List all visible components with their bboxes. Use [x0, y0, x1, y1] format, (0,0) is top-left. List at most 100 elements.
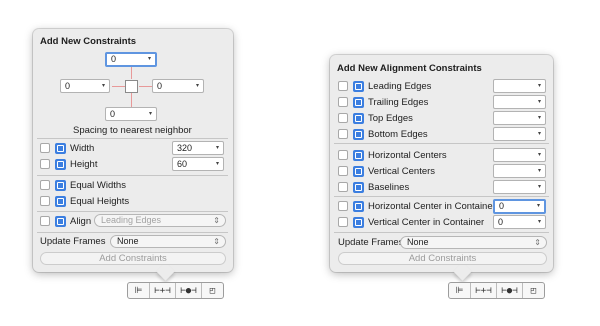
chevron-down-icon[interactable]: ▾ — [537, 201, 540, 211]
align-popup[interactable]: Leading Edges ⇕ — [94, 214, 226, 227]
align-row[interactable]: Align — [40, 213, 91, 229]
chevron-down-icon[interactable]: ▾ — [538, 96, 541, 108]
alignment-row-vertical-center-in-container[interactable]: Vertical Center in Container — [338, 214, 484, 230]
equal-heights-checkbox[interactable] — [40, 196, 50, 206]
divider — [37, 175, 228, 176]
update-frames-popup[interactable]: None ⇕ — [400, 236, 547, 249]
width-row[interactable]: Width — [40, 140, 94, 156]
vertical-center-in-container-checkbox[interactable] — [338, 217, 348, 227]
update-frames-popup[interactable]: None ⇕ — [110, 235, 226, 248]
update-frames-value: None — [117, 236, 139, 246]
popover-title: Add New Constraints — [40, 36, 137, 47]
vertical-centers-offset-field[interactable]: ▾ — [493, 164, 546, 178]
align-menu-button[interactable]: ⊫ — [449, 283, 471, 298]
spacing-right-value: 0 — [157, 81, 163, 91]
height-value-field[interactable]: 60 ▾ — [172, 157, 224, 171]
baselines-checkbox[interactable] — [338, 182, 348, 192]
alignment-row-leading-edges[interactable]: Leading Edges — [338, 78, 431, 94]
width-value-field[interactable]: 320 ▾ — [172, 141, 224, 155]
align-icon — [55, 215, 66, 227]
trailing-edges-label: Trailing Edges — [368, 96, 429, 108]
bottom-edges-offset-field[interactable]: ▾ — [493, 127, 546, 141]
horizontal-centers-icon — [353, 149, 364, 161]
baselines-offset-field[interactable]: ▾ — [493, 180, 546, 194]
alignment-row-baselines[interactable]: Baselines — [338, 179, 409, 195]
alignment-row-horizontal-center-in-container[interactable]: Horizontal Center in Container — [338, 198, 496, 214]
chevron-down-icon[interactable]: ▾ — [148, 54, 151, 64]
alignment-row-top-edges[interactable]: Top Edges — [338, 110, 413, 126]
equal-heights-row[interactable]: Equal Heights — [40, 193, 129, 209]
update-frames-value: None — [407, 237, 429, 247]
align-toolbar-icon: ⊫ — [134, 285, 143, 296]
equal-widths-row[interactable]: Equal Widths — [40, 177, 126, 193]
add-constraints-button[interactable]: Add Constraints — [40, 252, 226, 265]
align-popup-value: Leading Edges — [101, 215, 162, 225]
height-checkbox[interactable] — [40, 159, 50, 169]
top-edges-checkbox[interactable] — [338, 113, 348, 123]
width-label: Width — [70, 142, 95, 154]
chevron-down-icon[interactable]: ▾ — [538, 149, 541, 161]
chevron-down-icon[interactable]: ▾ — [216, 158, 219, 170]
chevron-down-icon[interactable]: ▾ — [538, 165, 541, 177]
resolve-menu-button[interactable]: ⊢●⊣ — [176, 283, 202, 298]
alignment-row-horizontal-centers[interactable]: Horizontal Centers — [338, 147, 447, 163]
pin-menu-button[interactable]: ⊢+⊣ — [150, 283, 176, 298]
alignment-row-bottom-edges[interactable]: Bottom Edges — [338, 126, 428, 142]
spacing-right-field[interactable]: 0 ▾ — [152, 79, 204, 93]
align-label: Align — [70, 215, 92, 227]
align-toolbar-icon: ⊫ — [455, 285, 464, 296]
trailing-edges-offset-field[interactable]: ▾ — [493, 95, 546, 109]
top-strut[interactable] — [131, 67, 132, 79]
spacing-bottom-field[interactable]: 0 ▾ — [105, 107, 157, 121]
right-strut[interactable] — [139, 86, 152, 87]
horizontal-center-in-container-offset-field[interactable]: 0 ▾ — [493, 199, 546, 214]
update-frames-label: Update Frames — [40, 236, 106, 247]
spacing-top-field[interactable]: 0 ▾ — [105, 52, 157, 67]
chevron-down-icon[interactable]: ▾ — [538, 80, 541, 92]
horizontal-center-in-container-label: Horizontal Center in Container — [368, 200, 496, 212]
bottom-edges-checkbox[interactable] — [338, 129, 348, 139]
equal-widths-checkbox[interactable] — [40, 180, 50, 190]
spacing-top-value: 0 — [111, 54, 117, 64]
left-strut[interactable] — [112, 86, 125, 87]
horizontal-center-in-container-checkbox[interactable] — [338, 201, 348, 211]
leading-edges-offset-field[interactable]: ▾ — [493, 79, 546, 93]
trailing-edges-checkbox[interactable] — [338, 97, 348, 107]
spacing-left-field[interactable]: 0 ▾ — [60, 79, 110, 93]
vertical-center-in-container-offset-field[interactable]: 0 ▾ — [493, 215, 546, 229]
vertical-centers-checkbox[interactable] — [338, 166, 348, 176]
resolve-toolbar-icon: ⊢●⊣ — [501, 285, 518, 296]
top-edges-offset-field[interactable]: ▾ — [493, 111, 546, 125]
pin-toolbar-icon: ⊢+⊣ — [475, 285, 492, 296]
chevron-down-icon[interactable]: ▾ — [538, 181, 541, 193]
alignment-row-trailing-edges[interactable]: Trailing Edges — [338, 94, 428, 110]
update-frames-label: Update Frames — [338, 237, 404, 248]
spacing-left-value: 0 — [65, 81, 71, 91]
equal-widths-icon — [55, 179, 66, 191]
bottom-strut[interactable] — [131, 93, 132, 107]
alignment-row-vertical-centers[interactable]: Vertical Centers — [338, 163, 435, 179]
leading-edges-checkbox[interactable] — [338, 81, 348, 91]
align-menu-button[interactable]: ⊫ — [128, 283, 150, 298]
resize-toolbar-icon: ◰ — [209, 285, 216, 296]
height-row[interactable]: Height — [40, 156, 97, 172]
chevron-down-icon[interactable]: ▾ — [102, 80, 105, 92]
chevron-down-icon[interactable]: ▾ — [149, 108, 152, 120]
resolve-toolbar-icon: ⊢●⊣ — [180, 285, 197, 296]
resolve-menu-button[interactable]: ⊢●⊣ — [497, 283, 523, 298]
resize-menu-button[interactable]: ◰ — [523, 283, 544, 298]
chevron-down-icon[interactable]: ▾ — [196, 80, 199, 92]
chevron-down-icon[interactable]: ▾ — [538, 128, 541, 140]
equal-heights-icon — [55, 195, 66, 207]
chevron-down-icon[interactable]: ▾ — [216, 142, 219, 154]
layout-toolbar: ⊫ ⊢+⊣ ⊢●⊣ ◰ — [127, 282, 224, 299]
chevron-down-icon[interactable]: ▾ — [538, 112, 541, 124]
pin-menu-button[interactable]: ⊢+⊣ — [471, 283, 497, 298]
horizontal-centers-offset-field[interactable]: ▾ — [493, 148, 546, 162]
horizontal-centers-checkbox[interactable] — [338, 150, 348, 160]
resize-menu-button[interactable]: ◰ — [202, 283, 223, 298]
chevron-down-icon[interactable]: ▾ — [538, 216, 541, 228]
align-checkbox[interactable] — [40, 216, 50, 226]
width-checkbox[interactable] — [40, 143, 50, 153]
add-constraints-button[interactable]: Add Constraints — [338, 252, 547, 265]
